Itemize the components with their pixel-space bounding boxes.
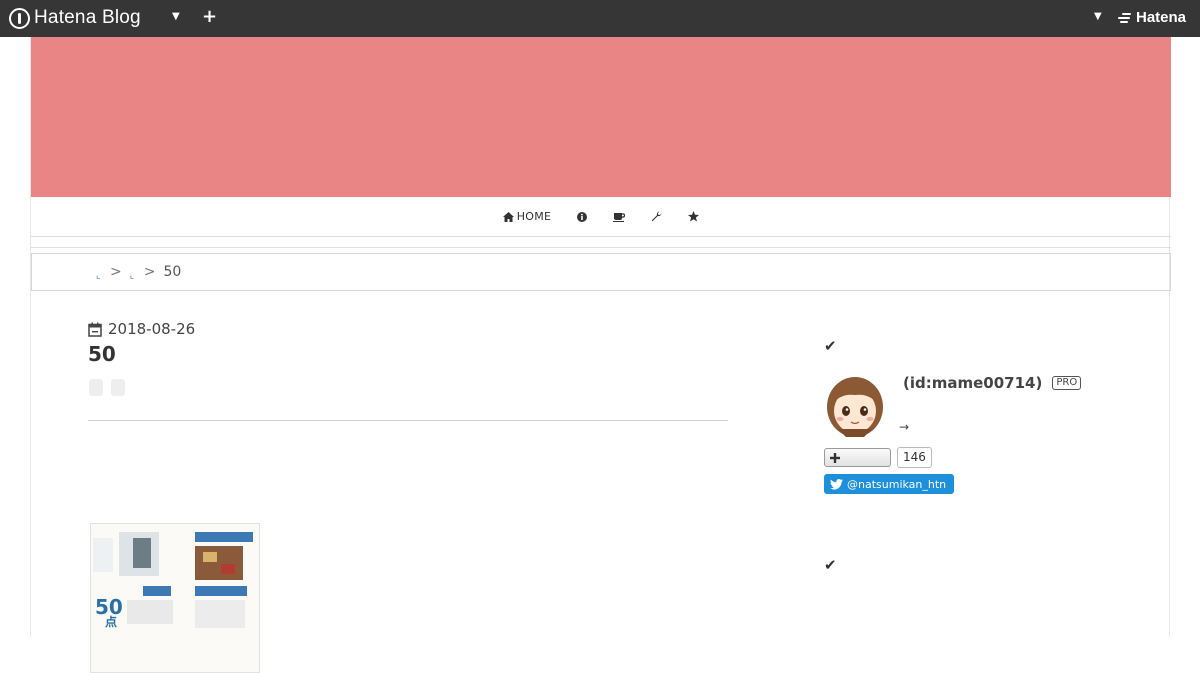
book-cover-image[interactable]: 50 点 (90, 523, 260, 673)
chevron-down-icon[interactable]: ▼ (172, 11, 180, 22)
avatar[interactable] (824, 371, 886, 437)
entry-tag[interactable] (89, 379, 103, 396)
global-nav: HOME (31, 197, 1171, 237)
twitter-follow-button[interactable]: @natsumikan_htn (824, 474, 954, 494)
nav-about[interactable] (577, 211, 588, 222)
divider (31, 247, 1171, 248)
breadcrumb-link-category[interactable]: ⌞ (130, 271, 140, 281)
twitter-handle: @natsumikan_htn (847, 477, 947, 491)
breadcrumb: ⌞ > ⌞ > 50 (31, 253, 1171, 291)
star-icon (688, 211, 700, 222)
hatena-blog-logo[interactable]: Hatena Blog (9, 7, 141, 29)
blog-container: HOME ⌞ > ⌞ > 50 2018-08-26 50 50 点 ✔ (id… (30, 37, 1171, 673)
breadcrumb-link-top[interactable]: ⌞ (96, 271, 106, 281)
profile-description: → (899, 420, 910, 434)
hatena-topbar: Hatena Blog ▼ + ▼ Hatena (0, 0, 1200, 37)
follow-button[interactable] (824, 448, 891, 467)
entry-title[interactable]: 50 (88, 342, 116, 366)
nav-tools[interactable] (651, 211, 662, 222)
breadcrumb-separator: > (143, 264, 156, 280)
wrench-icon (651, 211, 662, 222)
hatena-brand-text: Hatena (1136, 9, 1187, 26)
breadcrumb-separator: > (110, 264, 122, 280)
header-banner[interactable] (31, 37, 1171, 197)
plus-icon[interactable]: + (202, 6, 217, 27)
nav-home[interactable]: HOME (502, 210, 552, 223)
entry-date[interactable]: 2018-08-26 (88, 320, 195, 338)
account-menu-chevron-icon[interactable]: ▼ (1094, 11, 1102, 22)
entry-divider (88, 420, 728, 421)
check-icon: ✔ (824, 556, 837, 574)
entry-tags (89, 379, 133, 396)
twitter-icon (830, 478, 843, 490)
calendar-icon (88, 322, 102, 337)
check-icon: ✔ (824, 337, 837, 355)
nav-favorite[interactable] (688, 211, 700, 222)
nav-home-label: HOME (516, 210, 552, 223)
profile-id-text: (id:mame00714) (903, 374, 1043, 392)
pro-badge: PRO (1052, 376, 1082, 390)
profile-id[interactable]: (id:mame00714) PRO (903, 374, 1082, 392)
hatena-logo-icon (9, 7, 30, 29)
breadcrumb-current: 50 (163, 264, 182, 280)
info-icon (577, 211, 588, 222)
hatena-mark-icon (1118, 12, 1132, 24)
follower-count: 146 (897, 447, 932, 468)
logo-text: Hatena Blog (34, 7, 141, 28)
home-icon (502, 211, 514, 222)
hatena-brand-link[interactable]: Hatena (1118, 9, 1186, 26)
plus-icon (830, 452, 840, 463)
entry-tag[interactable] (111, 379, 125, 396)
nav-cafe[interactable] (613, 212, 626, 222)
entry-date-text: 2018-08-26 (108, 320, 196, 338)
coffee-icon (613, 212, 626, 222)
